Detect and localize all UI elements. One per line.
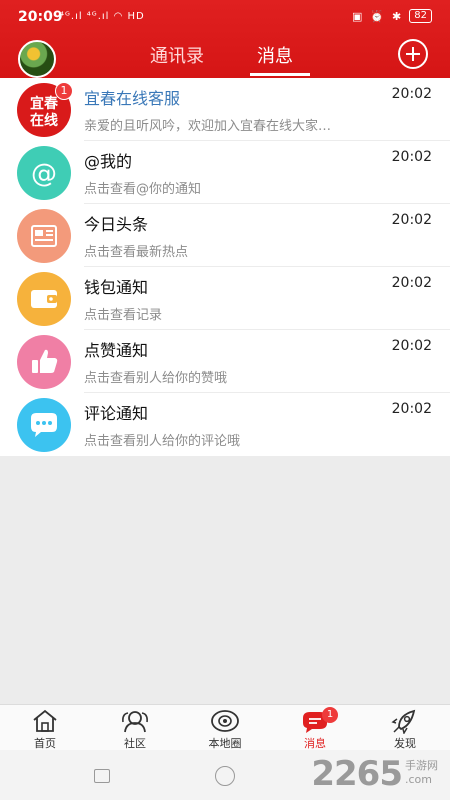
wallet-icon bbox=[17, 272, 71, 326]
watermark-suffix: .com bbox=[405, 773, 432, 786]
logo-text-top: 宜春 bbox=[30, 95, 59, 112]
tab-label: 发现 bbox=[394, 737, 416, 750]
message-list: 宜春 在线 1 宜春在线客服 亲爱的且听风吟，欢迎加入宜春在线大家… 20:02… bbox=[0, 78, 450, 456]
local-circle-icon bbox=[211, 710, 239, 732]
comment-icon bbox=[17, 398, 71, 452]
bluetooth-icon: ✱ bbox=[392, 9, 402, 23]
message-subtitle: 亲爱的且听风吟，欢迎加入宜春在线大家… bbox=[84, 119, 332, 134]
rocket-icon bbox=[391, 709, 416, 734]
home-button[interactable] bbox=[215, 766, 235, 786]
message-time: 20:02 bbox=[391, 338, 432, 354]
signal-wifi-icons: ⁴ᴳ.ıl ⁴ᴳ.ıl ◠ HD bbox=[60, 11, 145, 22]
message-time: 20:02 bbox=[391, 401, 432, 417]
at-icon: @ bbox=[17, 146, 71, 200]
message-subtitle: 点击查看最新热点 bbox=[84, 245, 189, 260]
tab-discover[interactable]: 发现 bbox=[360, 705, 450, 751]
message-time: 20:02 bbox=[391, 149, 432, 165]
message-subtitle: 点击查看别人给你的评论哦 bbox=[84, 434, 241, 449]
message-time: 20:02 bbox=[391, 212, 432, 228]
message-item-likes[interactable]: 点赞通知 点击查看别人给你的赞哦 20:02 bbox=[0, 330, 450, 393]
tab-community[interactable]: 社区 bbox=[90, 705, 180, 751]
watermark-site: 手游网 bbox=[405, 759, 438, 772]
tab-messages[interactable]: 消息 bbox=[257, 42, 293, 68]
recents-button[interactable] bbox=[94, 769, 110, 783]
message-time: 20:02 bbox=[391, 275, 432, 291]
tab-label: 首页 bbox=[34, 737, 56, 750]
battery-icon: 82 bbox=[409, 9, 432, 23]
news-icon bbox=[17, 209, 71, 263]
user-avatar[interactable] bbox=[18, 40, 56, 78]
status-bar: 20:09 ⁴ᴳ.ıl ⁴ᴳ.ıl ◠ HD ▣ ⏰ ✱ 82 bbox=[0, 0, 450, 36]
thumbs-up-icon bbox=[17, 335, 71, 389]
message-title: 宜春在线客服 bbox=[84, 89, 181, 108]
message-item-wallet[interactable]: 钱包通知 点击查看记录 20:02 bbox=[0, 267, 450, 330]
bottom-tab-bar: 首页 社区 本地圈 1 消息 发现 bbox=[0, 704, 450, 750]
alarm-icon: ⏰ bbox=[370, 9, 385, 23]
site-watermark: 2265 手游网 .com bbox=[311, 754, 438, 794]
message-time: 20:02 bbox=[391, 86, 432, 102]
message-title: 点赞通知 bbox=[84, 341, 149, 360]
message-subtitle: 点击查看记录 bbox=[84, 308, 163, 323]
watermark-number: 2265 bbox=[311, 754, 403, 794]
community-icon bbox=[122, 711, 148, 733]
nfc-icon: ▣ bbox=[351, 9, 363, 23]
status-icons-right: ▣ ⏰ ✱ 82 bbox=[352, 9, 432, 23]
message-item-comments[interactable]: 评论通知 点击查看别人给你的评论哦 20:02 bbox=[0, 393, 450, 456]
home-icon bbox=[33, 709, 57, 732]
message-item-service[interactable]: 宜春 在线 1 宜春在线客服 亲爱的且听风吟，欢迎加入宜春在线大家… 20:02 bbox=[0, 78, 450, 141]
tab-home[interactable]: 首页 bbox=[0, 705, 90, 751]
top-header: 20:09 ⁴ᴳ.ıl ⁴ᴳ.ıl ◠ HD ▣ ⏰ ✱ 82 通讯录 消息 bbox=[0, 0, 450, 78]
tab-badge: 1 bbox=[322, 707, 338, 723]
message-title: 评论通知 bbox=[84, 404, 149, 423]
message-subtitle: 点击查看@你的通知 bbox=[84, 182, 202, 197]
unread-badge: 1 bbox=[55, 82, 73, 100]
watermark-text: 手游网 .com bbox=[402, 757, 438, 794]
logo-text-bottom: 在线 bbox=[30, 112, 58, 129]
header-nav: 通讯录 消息 bbox=[0, 36, 450, 78]
system-nav-bar: 2265 手游网 .com bbox=[0, 750, 450, 800]
tab-label: 本地圈 bbox=[208, 737, 242, 750]
message-title: @我的 bbox=[84, 152, 133, 171]
svg-text:@: @ bbox=[31, 159, 57, 189]
message-item-mentions[interactable]: @ @我的 点击查看@你的通知 20:02 bbox=[0, 141, 450, 204]
tab-messages-bottom[interactable]: 1 消息 bbox=[270, 705, 360, 751]
status-time: 20:09 bbox=[18, 9, 63, 25]
message-subtitle: 点击查看别人给你的赞哦 bbox=[84, 371, 228, 386]
active-tab-indicator bbox=[250, 73, 310, 76]
tab-contacts[interactable]: 通讯录 bbox=[150, 42, 204, 68]
message-title: 今日头条 bbox=[84, 215, 149, 234]
message-title: 钱包通知 bbox=[84, 278, 149, 297]
tab-local-circle[interactable]: 本地圈 bbox=[180, 705, 270, 751]
add-button[interactable] bbox=[398, 39, 428, 69]
tab-label: 消息 bbox=[304, 737, 326, 750]
tab-label: 社区 bbox=[124, 737, 146, 750]
message-item-news[interactable]: 今日头条 点击查看最新热点 20:02 bbox=[0, 204, 450, 267]
